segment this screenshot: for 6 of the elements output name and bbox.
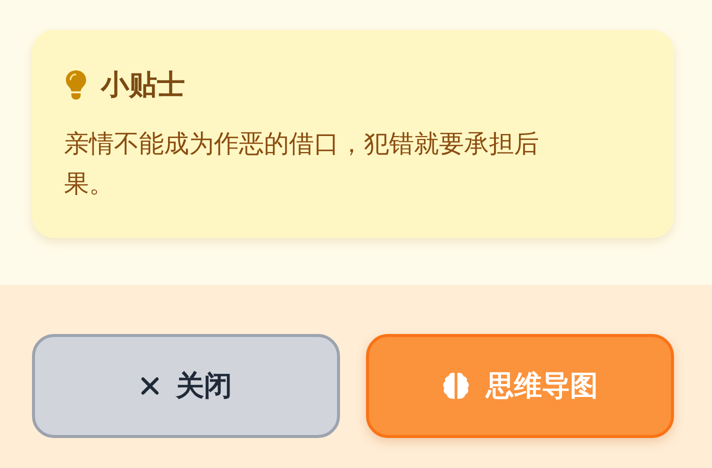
close-button[interactable]: 关闭 (32, 334, 340, 438)
tip-title: 小贴士 (101, 67, 185, 103)
close-icon (140, 376, 160, 396)
tip-text: 亲情不能成为作恶的借口，犯错就要承担后果。 (64, 128, 540, 200)
lightbulb-icon (65, 69, 87, 101)
brain-icon (442, 371, 470, 401)
